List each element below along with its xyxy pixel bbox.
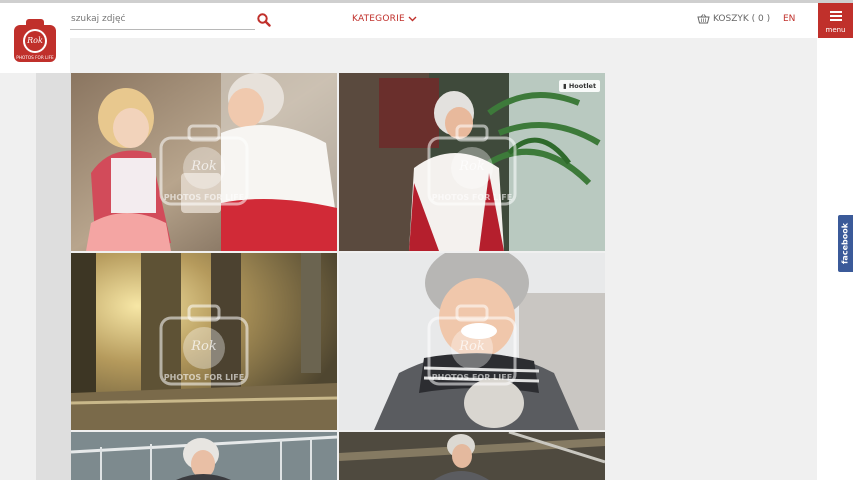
logo-link[interactable]: Rok PHOTOS FOR LIFE [0, 3, 70, 73]
cart-label: KOSZYK ( 0 ) [713, 14, 771, 24]
photo-tile-3[interactable]: Rok PHOTOS FOR LIFE [71, 253, 337, 430]
categories-label: KATEGORIE [352, 14, 405, 24]
basket-icon [697, 14, 710, 24]
search-input[interactable] [70, 9, 255, 30]
categories-menu[interactable]: KATEGORIE [352, 14, 417, 24]
cart-link[interactable]: KOSZYK ( 0 ) [697, 14, 770, 24]
photo-tile-1[interactable]: Rok PHOTOS FOR LIFE [71, 73, 337, 251]
photo-senior-winter-scarf [339, 253, 605, 430]
photo-tile-4[interactable]: Rok PHOTOS FOR LIFE [339, 253, 605, 430]
language-switch[interactable]: EN [783, 14, 795, 24]
logo-text-top: Rok [26, 36, 43, 45]
search-icon [257, 13, 271, 27]
logo-camera-icon: Rok PHOTOS FOR LIFE [14, 19, 56, 62]
photo-sunlit-tree [71, 253, 337, 430]
facebook-label: facebook [840, 222, 850, 265]
photo-senior-railing [71, 432, 337, 480]
photo-tile-5[interactable] [71, 432, 337, 480]
photo-senior-steps [339, 432, 605, 480]
hootlet-label: Hootlet [568, 82, 597, 90]
hootlet-button[interactable]: ▮ Hootlet [559, 80, 601, 92]
menu-button[interactable]: menu [818, 3, 853, 38]
hamburger-icon [830, 11, 842, 23]
photo-girl-grandmother [71, 73, 337, 251]
chevron-down-icon [408, 16, 417, 22]
menu-label: menu [825, 26, 846, 34]
logo-text-bottom: PHOTOS FOR LIFE [16, 55, 54, 60]
photo-tile-6[interactable] [339, 432, 605, 480]
photo-senior-window [339, 73, 605, 251]
left-gutter [36, 73, 71, 480]
photo-tile-2[interactable]: Rok PHOTOS FOR LIFE [339, 73, 605, 251]
facebook-tab[interactable]: facebook [838, 215, 853, 272]
search-button[interactable] [257, 12, 273, 28]
